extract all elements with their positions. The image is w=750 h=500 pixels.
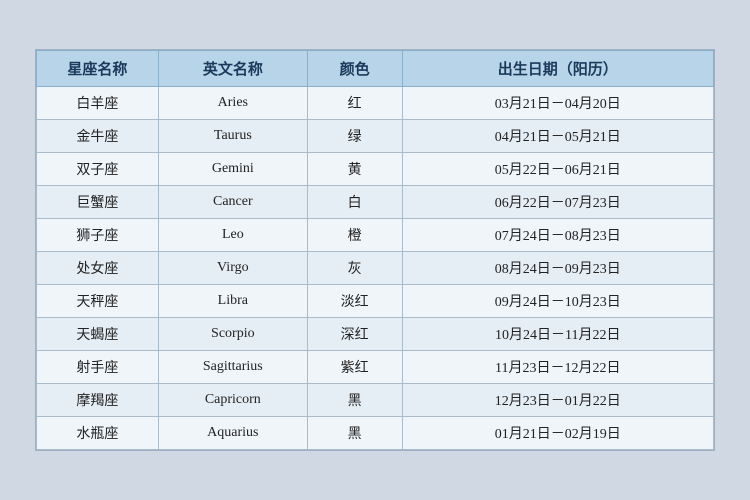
zodiac-table-container: 星座名称 英文名称 颜色 出生日期（阳历） 白羊座Aries红03月21日－04…: [35, 49, 715, 451]
cell-color: 红: [307, 87, 402, 120]
table-row: 射手座Sagittarius紫红11月23日－12月22日: [37, 351, 714, 384]
cell-chinese: 天秤座: [37, 285, 159, 318]
cell-date: 11月23日－12月22日: [402, 351, 713, 384]
table-header-row: 星座名称 英文名称 颜色 出生日期（阳历）: [37, 51, 714, 87]
cell-color: 紫红: [307, 351, 402, 384]
table-row: 巨蟹座Cancer白06月22日－07月23日: [37, 186, 714, 219]
cell-english: Cancer: [158, 186, 307, 219]
cell-english: Capricorn: [158, 384, 307, 417]
cell-english: Libra: [158, 285, 307, 318]
cell-chinese: 狮子座: [37, 219, 159, 252]
cell-english: Gemini: [158, 153, 307, 186]
header-date: 出生日期（阳历）: [402, 51, 713, 87]
cell-english: Virgo: [158, 252, 307, 285]
cell-color: 绿: [307, 120, 402, 153]
cell-color: 灰: [307, 252, 402, 285]
cell-chinese: 摩羯座: [37, 384, 159, 417]
cell-color: 黑: [307, 417, 402, 450]
cell-chinese: 处女座: [37, 252, 159, 285]
cell-english: Sagittarius: [158, 351, 307, 384]
table-row: 水瓶座Aquarius黑01月21日－02月19日: [37, 417, 714, 450]
table-row: 狮子座Leo橙07月24日－08月23日: [37, 219, 714, 252]
cell-english: Aries: [158, 87, 307, 120]
cell-date: 01月21日－02月19日: [402, 417, 713, 450]
cell-chinese: 巨蟹座: [37, 186, 159, 219]
cell-chinese: 金牛座: [37, 120, 159, 153]
table-row: 白羊座Aries红03月21日－04月20日: [37, 87, 714, 120]
cell-color: 深红: [307, 318, 402, 351]
cell-chinese: 天蝎座: [37, 318, 159, 351]
cell-date: 10月24日－11月22日: [402, 318, 713, 351]
cell-color: 白: [307, 186, 402, 219]
cell-color: 黄: [307, 153, 402, 186]
cell-date: 04月21日－05月21日: [402, 120, 713, 153]
cell-english: Scorpio: [158, 318, 307, 351]
cell-color: 黑: [307, 384, 402, 417]
cell-color: 淡红: [307, 285, 402, 318]
header-english: 英文名称: [158, 51, 307, 87]
cell-date: 09月24日－10月23日: [402, 285, 713, 318]
header-color: 颜色: [307, 51, 402, 87]
cell-english: Aquarius: [158, 417, 307, 450]
zodiac-table: 星座名称 英文名称 颜色 出生日期（阳历） 白羊座Aries红03月21日－04…: [36, 50, 714, 450]
cell-date: 07月24日－08月23日: [402, 219, 713, 252]
cell-english: Taurus: [158, 120, 307, 153]
cell-date: 12月23日－01月22日: [402, 384, 713, 417]
cell-date: 05月22日－06月21日: [402, 153, 713, 186]
table-row: 处女座Virgo灰08月24日－09月23日: [37, 252, 714, 285]
cell-chinese: 水瓶座: [37, 417, 159, 450]
table-row: 天秤座Libra淡红09月24日－10月23日: [37, 285, 714, 318]
table-row: 摩羯座Capricorn黑12月23日－01月22日: [37, 384, 714, 417]
cell-chinese: 白羊座: [37, 87, 159, 120]
cell-date: 08月24日－09月23日: [402, 252, 713, 285]
cell-english: Leo: [158, 219, 307, 252]
table-row: 金牛座Taurus绿04月21日－05月21日: [37, 120, 714, 153]
cell-date: 03月21日－04月20日: [402, 87, 713, 120]
table-row: 双子座Gemini黄05月22日－06月21日: [37, 153, 714, 186]
cell-chinese: 射手座: [37, 351, 159, 384]
header-chinese: 星座名称: [37, 51, 159, 87]
cell-color: 橙: [307, 219, 402, 252]
table-row: 天蝎座Scorpio深红10月24日－11月22日: [37, 318, 714, 351]
cell-date: 06月22日－07月23日: [402, 186, 713, 219]
cell-chinese: 双子座: [37, 153, 159, 186]
